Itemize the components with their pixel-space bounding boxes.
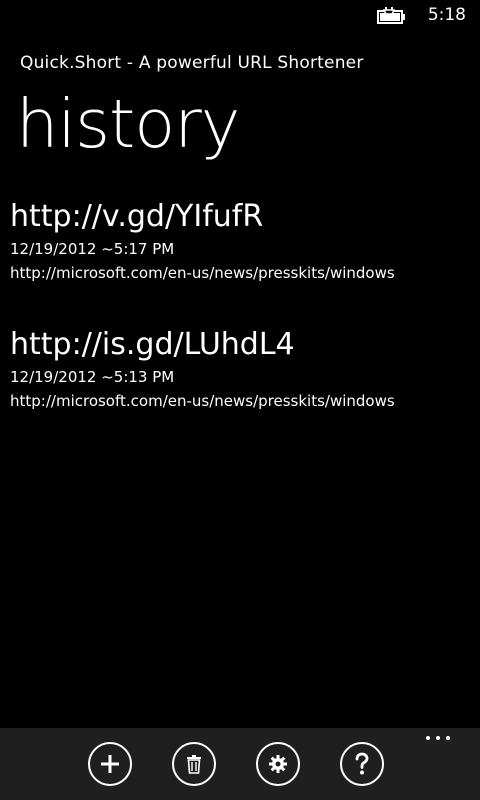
app-title: Quick.Short - A powerful URL Shortener — [20, 53, 364, 73]
phone-screen: { "status_bar": { "time": "5:18", "batte… — [0, 0, 480, 800]
long-url: http://microsoft.com/en-us/news/presskit… — [10, 264, 395, 282]
status-time: 5:18 — [427, 5, 466, 25]
history-list: http://v.gd/YIfufR 12/19/2012 ~5:17 PM h… — [10, 196, 464, 452]
timestamp: 12/19/2012 ~5:13 PM — [10, 368, 175, 386]
delete-button[interactable] — [172, 742, 216, 786]
app-bar — [0, 728, 480, 800]
add-button[interactable] — [88, 742, 132, 786]
timestamp: 12/19/2012 ~5:17 PM — [10, 240, 175, 258]
history-item[interactable]: http://is.gd/LUhdL4 12/19/2012 ~5:13 PM … — [10, 324, 464, 452]
settings-icon — [268, 754, 288, 774]
delete-icon — [184, 754, 204, 774]
help-button[interactable] — [340, 742, 384, 786]
help-icon — [352, 752, 372, 776]
add-icon — [99, 753, 121, 775]
short-url: http://v.gd/YIfufR — [10, 199, 264, 234]
page-title: history — [16, 85, 240, 163]
more-dots-icon[interactable] — [426, 730, 450, 742]
status-bar: 5:18 — [0, 0, 480, 32]
app-bar-buttons — [0, 728, 480, 800]
short-url: http://is.gd/LUhdL4 — [10, 327, 295, 362]
history-item[interactable]: http://v.gd/YIfufR 12/19/2012 ~5:17 PM h… — [10, 196, 464, 324]
long-url: http://microsoft.com/en-us/news/presskit… — [10, 392, 395, 410]
battery-charging-icon — [376, 6, 408, 26]
settings-button[interactable] — [256, 742, 300, 786]
